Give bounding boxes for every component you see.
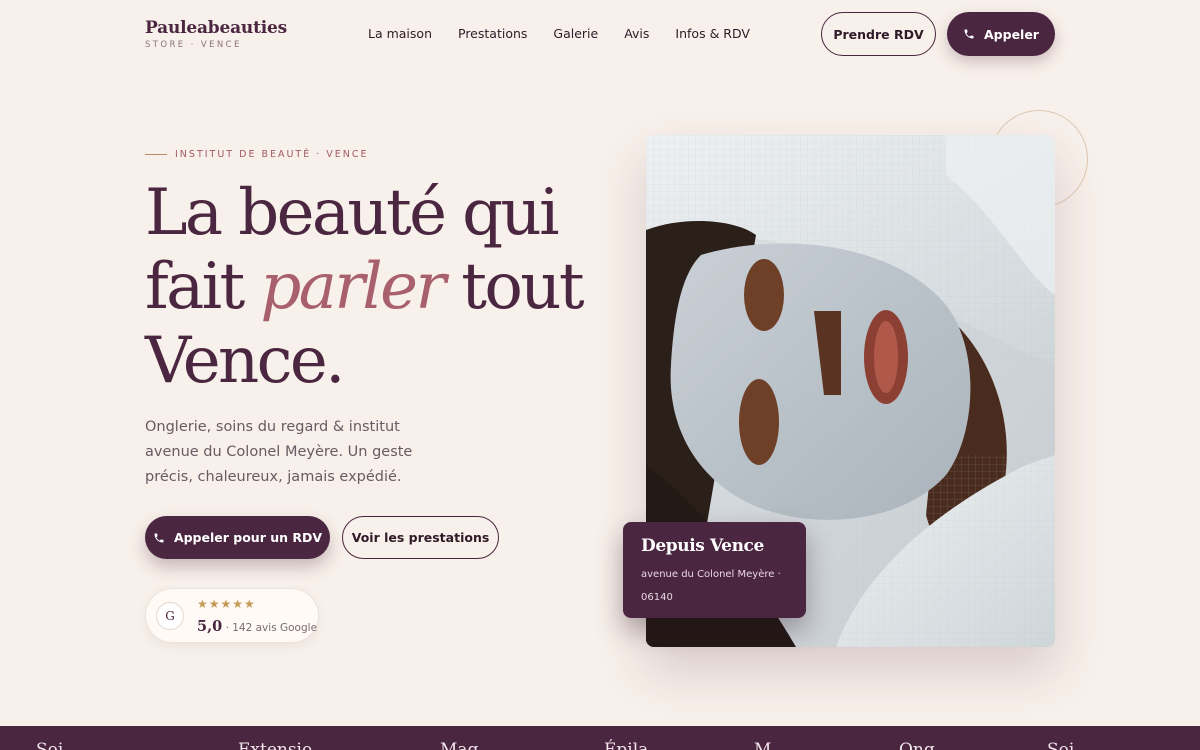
voir-prestations-label: Voir les prestations: [351, 530, 490, 545]
nav-item-la-maison[interactable]: La maison: [368, 26, 432, 41]
since-vence-card: Depuis Vence avenue du Colonel Meyère · …: [623, 522, 806, 618]
phone-icon: [154, 533, 164, 542]
nav-item-avis[interactable]: Avis: [624, 26, 649, 41]
headline-line-2-end: tout: [443, 250, 584, 324]
hero-headline: La beauté qui fait parler tout Vence.: [145, 176, 585, 398]
marquee-item: M: [754, 740, 772, 750]
headline-line-2: fait parler tout: [145, 250, 585, 324]
appeler-rdv-label: Appeler pour un RDV: [173, 530, 323, 545]
marquee-item: Maq: [440, 740, 479, 750]
headline-accent-word: parler: [260, 250, 446, 324]
hero-intro: Onglerie, soins du regard & institut ave…: [145, 419, 413, 485]
since-card-address: avenue du Colonel Meyère · 06140: [641, 569, 781, 603]
services-marquee: Soi Extensio Maq Épila M Ong Soi: [0, 726, 1200, 750]
prendre-rdv-label: Prendre RDV: [833, 26, 924, 42]
eyebrow-divider: [145, 154, 167, 155]
rating-count: · 142 avis Google: [222, 622, 318, 634]
site-header: Pauleabeauties STORE · VENCE La maison P…: [0, 0, 1200, 70]
nav-item-prestations[interactable]: Prestations: [458, 26, 527, 41]
headline-line-3: Vence.: [145, 324, 346, 398]
appeler-label: Appeler: [984, 26, 1039, 42]
voir-prestations-button[interactable]: Voir les prestations: [342, 516, 499, 559]
appeler-rdv-button[interactable]: Appeler pour un RDV: [145, 516, 330, 559]
appeler-button[interactable]: Appeler: [947, 12, 1055, 56]
rating-summary: 5,0 · 142 avis Google: [197, 616, 317, 635]
since-card-title: Depuis Vence: [641, 536, 764, 556]
nav-item-infos-rdv[interactable]: Infos & RDV: [675, 26, 750, 41]
brand-tagline: STORE · VENCE: [145, 40, 242, 50]
nav-item-galerie[interactable]: Galerie: [553, 26, 598, 41]
prendre-rdv-button[interactable]: Prendre RDV: [821, 12, 936, 56]
marquee-item: Soi: [36, 740, 64, 750]
hero-eyebrow: INSTITUT DE BEAUTÉ · VENCE: [145, 149, 369, 160]
headline-line-2-start: fait: [145, 250, 261, 324]
marquee-item: Ong: [899, 740, 935, 750]
phone-icon: [964, 29, 974, 39]
marquee-item: Extensio: [238, 740, 313, 750]
eyebrow-text: INSTITUT DE BEAUTÉ · VENCE: [175, 149, 369, 160]
star-rating: ★★★★★: [197, 597, 256, 611]
google-g-letter: G: [165, 609, 175, 623]
google-review-badge[interactable]: G ★★★★★ 5,0 · 142 avis Google: [145, 588, 319, 643]
main-nav: La maison Prestations Galerie Avis Infos…: [368, 26, 776, 41]
brand-name: Pauleabeauties: [145, 18, 287, 38]
headline-line-1: La beauté qui: [145, 176, 560, 250]
brand-logo[interactable]: Pauleabeauties STORE · VENCE: [145, 18, 287, 50]
rating-score: 5,0: [197, 618, 223, 635]
marquee-item: Épila: [604, 740, 649, 750]
google-g-icon: G: [156, 602, 184, 630]
marquee-item: Soi: [1047, 740, 1075, 750]
marquee-track: Soi Extensio Maq Épila M Ong Soi: [0, 740, 1147, 750]
